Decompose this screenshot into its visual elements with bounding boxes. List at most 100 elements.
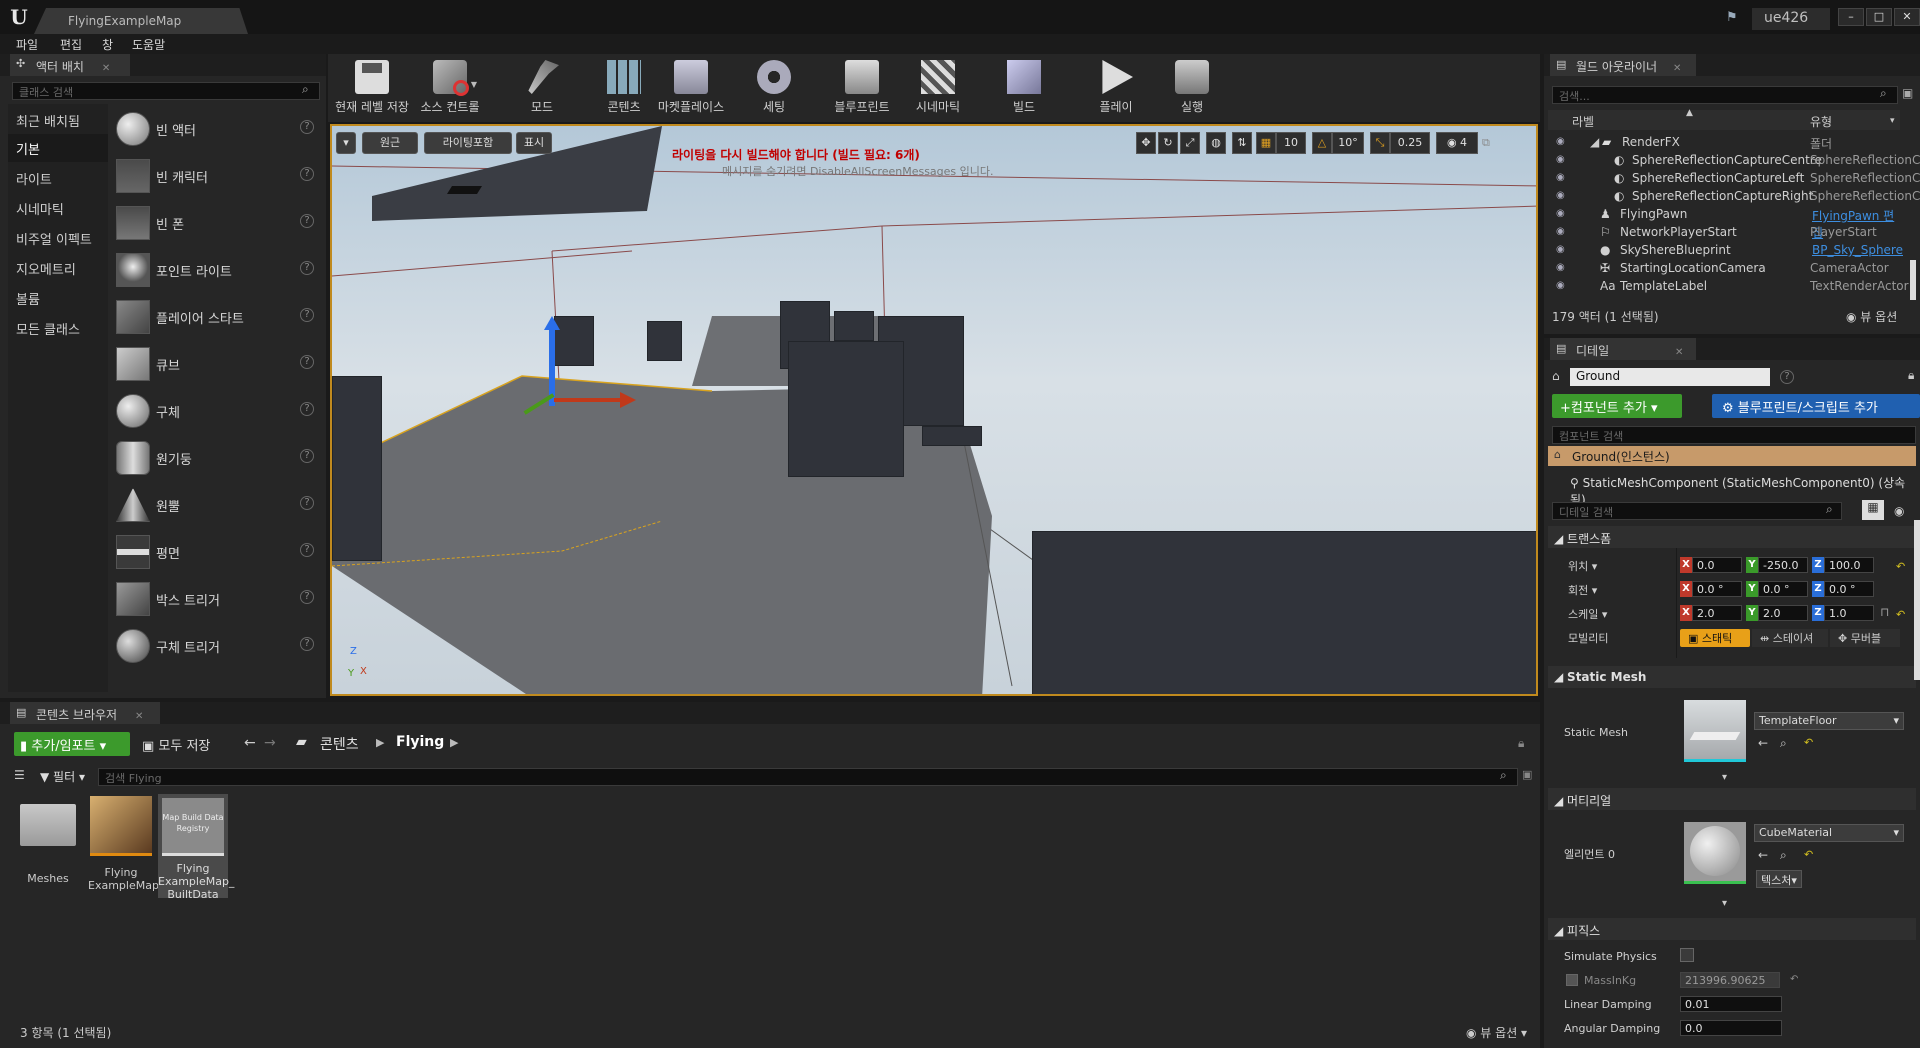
add-component-button[interactable]: +컴포넌트 추가 ▾ (1552, 394, 1682, 418)
material-thumbnail[interactable] (1684, 822, 1746, 884)
category-volumes[interactable]: 볼륨 (8, 284, 108, 312)
help-icon[interactable]: ? (300, 355, 314, 369)
help-icon[interactable]: ? (300, 449, 314, 463)
scale-label[interactable]: 스케일 ▾ (1568, 606, 1607, 622)
column-type[interactable]: 유형 (1810, 113, 1832, 130)
visibility-eye-icon[interactable]: ◉ (1556, 154, 1565, 165)
build-button[interactable]: 빌드 (986, 58, 1062, 114)
help-icon[interactable]: ? (300, 590, 314, 604)
sources-toggle-icon[interactable]: ☰ (14, 768, 25, 782)
rotation-x-input[interactable]: 0.0 ° (1692, 581, 1742, 597)
rotation-z-input[interactable]: 0.0 ° (1824, 581, 1874, 597)
mobility-movable-button[interactable]: ✥ 무버블 (1830, 629, 1900, 647)
material-asset-dropdown[interactable]: CubeMaterial ▾ (1754, 824, 1904, 842)
static-mesh-section[interactable]: ◢ Static Mesh (1548, 666, 1916, 688)
help-icon[interactable]: ? (300, 637, 314, 651)
close-icon[interactable]: ✕ (135, 711, 143, 722)
eye-icon[interactable]: ◉ (1894, 504, 1904, 518)
help-icon[interactable]: ? (300, 308, 314, 322)
location-z-input[interactable]: 100.0 (1824, 557, 1874, 573)
visibility-eye-icon[interactable]: ◉ (1556, 244, 1565, 255)
cinematics-button[interactable]: 시네마틱 (900, 58, 976, 114)
outliner-row-sky-sphere[interactable]: ◉ ● SkyShereBlueprint BP_Sky_Sphere (1548, 242, 1903, 260)
rotation-snap-value[interactable]: 10° (1332, 132, 1364, 154)
help-icon[interactable]: ? (300, 261, 314, 275)
outliner-view-options[interactable]: ◉ 뷰 옵션 (1846, 308, 1897, 325)
save-search-icon[interactable]: ▣ (1522, 768, 1532, 781)
menu-window[interactable]: 창 (102, 36, 113, 53)
linear-damping-input[interactable]: 0.01 (1680, 996, 1782, 1012)
category-visual-effects[interactable]: 비주얼 이펙트 (8, 224, 108, 252)
gizmo-x-axis[interactable] (554, 398, 624, 402)
lock-icon[interactable]: 🔒︎ (1908, 368, 1914, 383)
visibility-eye-icon[interactable]: ◉ (1556, 262, 1565, 273)
materials-section[interactable]: ◢ 머티리얼 (1548, 788, 1916, 810)
lock-scale-icon[interactable]: ⊓ (1880, 605, 1889, 619)
search-icon[interactable]: ⌕ (1880, 86, 1887, 101)
maximize-button[interactable]: □ (1866, 8, 1892, 26)
textures-dropdown[interactable]: 텍스처▾ (1756, 870, 1802, 888)
close-icon[interactable]: ✕ (1673, 63, 1681, 74)
search-icon[interactable]: ⌕ (302, 82, 316, 98)
reset-arrow-icon[interactable]: ↶ (1790, 974, 1798, 985)
instance-row[interactable]: Ground(인스턴스) (1548, 446, 1916, 466)
expand-advanced-icon[interactable]: ▾ (1722, 898, 1727, 909)
asset-flying-map-builtdata[interactable]: Map Build Data Registry Flying ExampleMa… (158, 794, 234, 901)
category-all-classes[interactable]: 모든 클래스 (8, 314, 108, 342)
close-icon[interactable]: ✕ (102, 63, 110, 74)
scale-y-input[interactable]: 2.0 (1758, 605, 1808, 621)
minimize-button[interactable]: – (1838, 8, 1864, 26)
category-cinematic[interactable]: 시네마틱 (8, 194, 108, 222)
actor-item-box-trigger[interactable]: 박스 트리거? (112, 576, 320, 622)
save-all-button[interactable]: ▣ 모두 저장 (142, 735, 210, 754)
outliner-scrollbar[interactable] (1910, 260, 1916, 300)
breadcrumb-flying[interactable]: Flying (396, 734, 444, 750)
actor-item-cone[interactable]: 원뿔? (112, 482, 320, 528)
marketplace-button[interactable]: 마켓플레이스 (650, 58, 732, 114)
filter-button[interactable]: ▼ 필터 ▾ (40, 768, 85, 785)
scale-z-input[interactable]: 1.0 (1824, 605, 1874, 621)
lighting-mode-button[interactable]: 라이팅포함 (424, 132, 512, 154)
menu-edit[interactable]: 편집 (60, 36, 82, 53)
mobility-static-button[interactable]: ▣ 스태틱 (1680, 629, 1750, 647)
scale-tool-icon[interactable]: ⤢ (1180, 132, 1200, 154)
source-control-button[interactable]: ▼ 소스 컨트롤 (412, 58, 488, 114)
asset-meshes-folder[interactable]: Meshes (16, 796, 80, 888)
scale-x-input[interactable]: 2.0 (1692, 605, 1742, 621)
save-level-button[interactable]: 현재 레벨 저장 (334, 58, 410, 114)
outliner-row-sphere-left[interactable]: ◉ ◐ SphereReflectionCaptureLeft SphereRefle… (1548, 170, 1920, 188)
blueprints-button[interactable]: 블루프린트 (824, 58, 900, 114)
help-icon[interactable]: ? (1780, 370, 1794, 384)
surface-snap-icon[interactable]: ⇅ (1232, 132, 1252, 154)
menu-file[interactable]: 파일 (16, 36, 38, 53)
visibility-eye-icon[interactable]: ◉ (1556, 280, 1565, 291)
transform-section[interactable]: ◢ 트랜스폼 (1548, 526, 1916, 548)
expand-advanced-icon[interactable]: ▾ (1722, 772, 1727, 783)
class-search-input[interactable]: 클래스 검색 (12, 82, 320, 100)
reset-arrow-icon[interactable]: ↶ (1896, 560, 1905, 573)
outliner-row-sphere-right[interactable]: ◉ ◐ SphereReflectionCaptureRight SphereRefl… (1548, 188, 1920, 206)
rotation-y-input[interactable]: 0.0 ° (1758, 581, 1808, 597)
search-icon[interactable]: ⌕ (1500, 768, 1507, 783)
edit-blueprint-link[interactable]: BP_Sky_Sphere (1812, 243, 1903, 257)
actor-item-cylinder[interactable]: 원기둥? (112, 435, 320, 481)
outliner-row-network-player-start[interactable]: ◉ ⚐ NetworkPlayerStart PlayerStart (1548, 224, 1900, 242)
detail-search-input[interactable]: 디테일 검색 (1552, 502, 1842, 520)
close-button[interactable]: ✕ (1894, 8, 1920, 26)
category-lights[interactable]: 라이트 (8, 164, 108, 192)
lock-icon[interactable]: 🔒︎ (1518, 736, 1524, 751)
column-label[interactable]: 라벨 (1572, 113, 1594, 130)
search-icon[interactable]: ⌕ (1826, 502, 1833, 517)
location-x-input[interactable]: 0.0 (1692, 557, 1742, 573)
visibility-eye-icon[interactable]: ◉ (1556, 172, 1565, 183)
category-recent[interactable]: 최근 배치됨 (8, 106, 108, 134)
perspective-button[interactable]: 원근 (362, 132, 418, 154)
level-viewport[interactable]: 라이팅을 다시 빌드해야 합니다 (빌드 필요: 6개) 메시지를 숨기려면 D… (330, 124, 1538, 696)
actor-item-point-light[interactable]: 포인트 라이트? (112, 247, 320, 293)
component-search-input[interactable]: 컴포넌트 검색 (1552, 426, 1916, 444)
camera-speed-button[interactable]: ◉ 4 (1436, 132, 1478, 154)
visibility-eye-icon[interactable]: ◉ (1556, 208, 1565, 219)
launch-button[interactable]: 실행 (1154, 58, 1230, 114)
actor-item-sphere[interactable]: 구체? (112, 388, 320, 434)
breadcrumb-content[interactable]: 콘텐츠 (320, 734, 359, 754)
